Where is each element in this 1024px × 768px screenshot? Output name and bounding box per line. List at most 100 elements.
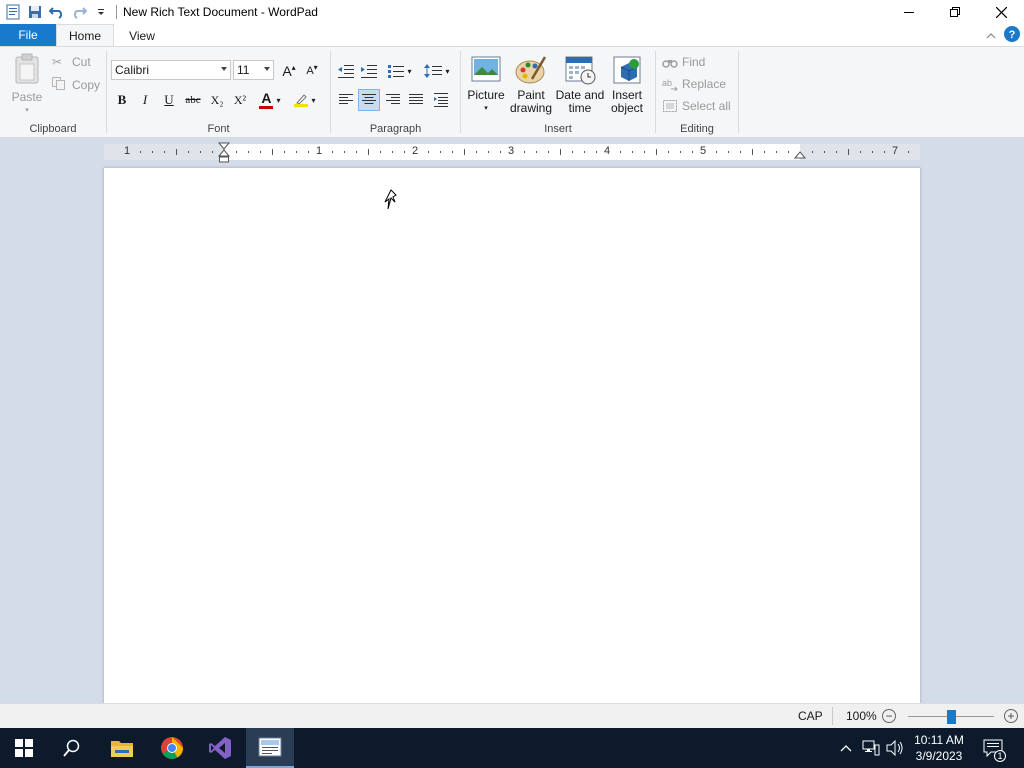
- ruler-dot: [140, 151, 141, 153]
- save-icon[interactable]: [24, 1, 46, 23]
- strikethrough-button[interactable]: abc: [182, 89, 204, 111]
- text-color-icon: A: [259, 91, 274, 109]
- date-time-button[interactable]: Date and time: [555, 55, 605, 115]
- align-left-icon[interactable]: [335, 89, 357, 111]
- ruler-dot: [740, 151, 741, 153]
- paragraph-settings-icon[interactable]: [430, 89, 452, 111]
- tab-home[interactable]: Home: [56, 24, 114, 47]
- status-bar: CAP 100% − +: [0, 703, 1024, 728]
- align-center-icon[interactable]: [358, 89, 380, 111]
- ruler-dot: [404, 151, 405, 153]
- zoom-out-button[interactable]: −: [882, 709, 896, 723]
- italic-button[interactable]: I: [134, 89, 156, 111]
- subscript-button[interactable]: X₂: [206, 89, 228, 111]
- insert-object-button[interactable]: Insert object: [607, 55, 647, 115]
- picture-dropdown-icon: ▾: [484, 105, 488, 112]
- calendar-clock-icon: [565, 56, 596, 85]
- shrink-arrow-icon: ▾: [313, 62, 318, 72]
- ruler[interactable]: 1 1 2 3 4 5 7: [104, 142, 920, 163]
- justify-icon[interactable]: [405, 89, 427, 111]
- paste-icon: [15, 53, 39, 84]
- bold-button[interactable]: B: [111, 89, 133, 111]
- underline-button[interactable]: U: [158, 89, 180, 111]
- customize-qat-icon[interactable]: [90, 1, 112, 23]
- picture-button[interactable]: Picture ▾: [465, 55, 507, 115]
- close-icon[interactable]: [978, 0, 1024, 24]
- group-separator: [738, 51, 739, 133]
- tab-view[interactable]: View: [116, 24, 168, 47]
- chrome-icon[interactable]: [148, 728, 196, 768]
- decrease-indent-icon[interactable]: [335, 60, 357, 82]
- volume-icon[interactable]: [884, 728, 906, 768]
- bullets-button[interactable]: ▾: [383, 60, 417, 82]
- minimize-ribbon-icon[interactable]: [986, 29, 996, 43]
- show-hidden-icons-chevron-icon[interactable]: [836, 728, 856, 768]
- tab-file[interactable]: File: [0, 24, 56, 46]
- insert-group-label: Insert: [544, 123, 572, 135]
- document-page[interactable]: [104, 168, 920, 703]
- ruler-half-inch-tick: [272, 149, 273, 155]
- paragraph-group: ▾ ▾ Paragraph: [331, 47, 460, 137]
- visual-studio-icon[interactable]: [196, 728, 244, 768]
- redo-icon[interactable]: [68, 1, 90, 23]
- ruler-dot: [584, 151, 585, 153]
- find-label: Find: [682, 55, 706, 69]
- replace-button[interactable]: ab Replace: [662, 77, 726, 91]
- cut-label: Cut: [72, 55, 91, 69]
- font-size-select[interactable]: 11: [233, 60, 274, 80]
- system-clock[interactable]: 10:11 AM 3/9/2023: [906, 732, 972, 764]
- start-button[interactable]: [0, 728, 48, 768]
- highlight-color-swatch: [294, 104, 309, 107]
- ruler-dot: [596, 151, 597, 153]
- copy-button[interactable]: Copy: [52, 77, 100, 93]
- highlight-color-button[interactable]: ▾: [290, 89, 320, 111]
- ruler-dot: [716, 151, 717, 153]
- paint-drawing-button[interactable]: Paint drawing: [508, 55, 554, 115]
- select-all-button[interactable]: Select all: [662, 99, 731, 113]
- text-color-button[interactable]: A ▾: [255, 89, 285, 111]
- grow-font-button[interactable]: A ▴: [278, 60, 300, 82]
- shrink-font-button[interactable]: A ▾: [301, 60, 323, 82]
- paste-button[interactable]: Paste ▾: [8, 53, 46, 117]
- font-family-select[interactable]: Calibri: [111, 60, 231, 80]
- paint-palette-icon: [515, 56, 547, 84]
- zoom-slider-thumb[interactable]: [947, 710, 956, 724]
- text-color-swatch: [259, 105, 274, 109]
- editing-group: Find ab Replace Select all Editing: [656, 47, 738, 137]
- increase-indent-icon[interactable]: [358, 60, 380, 82]
- paragraph-group-label: Paragraph: [369, 123, 422, 135]
- paste-label: Paste: [11, 90, 43, 104]
- shrink-font-label: A: [306, 65, 314, 77]
- right-indent-marker[interactable]: [794, 148, 806, 160]
- search-icon[interactable]: [48, 728, 96, 768]
- ruler-dot: [872, 151, 873, 153]
- ruler-half-inch-tick: [176, 149, 177, 155]
- ruler-dot: [620, 151, 621, 153]
- chevron-down-icon: [221, 67, 227, 71]
- left-indent-marker[interactable]: [218, 142, 230, 164]
- find-button[interactable]: Find: [662, 55, 705, 69]
- superscript-button[interactable]: X²: [229, 89, 251, 111]
- ruler-number: 4: [603, 145, 611, 157]
- paint-label-line2: drawing: [509, 101, 553, 115]
- ruler-dot: [860, 151, 861, 153]
- clipboard-group: Paste ▾ ✂ Cut Copy Clipboard: [0, 47, 106, 137]
- wordpad-taskbar-icon[interactable]: [246, 728, 294, 768]
- cut-button[interactable]: ✂ Cut: [52, 55, 91, 69]
- align-right-icon[interactable]: [382, 89, 404, 111]
- network-icon[interactable]: [860, 728, 882, 768]
- wordpad-app-icon[interactable]: [2, 1, 24, 23]
- ruler-dot: [152, 151, 153, 153]
- maximize-icon[interactable]: [932, 0, 978, 24]
- undo-icon[interactable]: [46, 1, 68, 23]
- line-spacing-button[interactable]: ▾: [421, 60, 453, 82]
- file-explorer-icon[interactable]: [98, 728, 146, 768]
- notification-center-icon[interactable]: 1: [978, 728, 1008, 768]
- help-icon[interactable]: ?: [1004, 26, 1020, 45]
- select-all-label: Select all: [682, 99, 731, 113]
- qat-separator: [116, 5, 117, 19]
- ruler-dot: [776, 151, 777, 153]
- zoom-in-button[interactable]: +: [1004, 709, 1018, 723]
- minimize-icon[interactable]: [886, 0, 932, 24]
- window-controls: [886, 0, 1024, 24]
